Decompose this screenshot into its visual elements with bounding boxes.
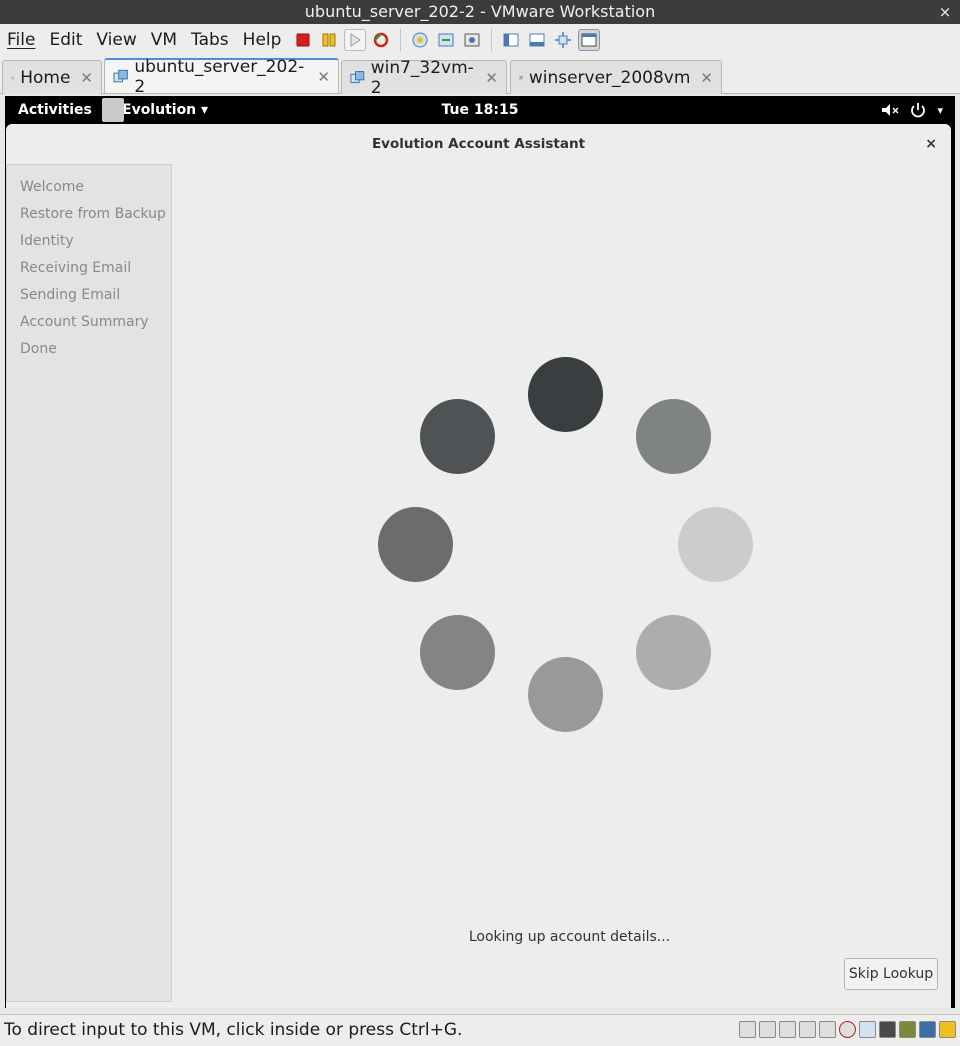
tab-label: winserver_2008vm [528,67,691,88]
spinner-dot [636,615,711,690]
spinner-dot [420,615,495,690]
window-title: ubuntu_server_202-2 - VMware Workstation [0,0,960,24]
revert-icon [438,33,454,47]
spinner-dot [636,399,711,474]
menu-file[interactable]: File [0,26,42,54]
tab-label: ubuntu_server_202-2 [134,56,305,97]
cd-rom-icon[interactable] [839,1021,856,1038]
tab-close-icon[interactable]: ✕ [80,69,93,87]
pause-icon [322,33,336,47]
power-off-button[interactable] [292,29,314,51]
thumbnail-bar-icon [529,33,545,47]
menu-tabs[interactable]: Tabs [184,26,236,54]
skip-lookup-button[interactable]: Skip Lookup [844,958,938,990]
tab-label: win7_32vm-2 [370,57,474,98]
snapshot-manager-icon [464,33,480,47]
network-adapter-icon[interactable] [899,1021,916,1038]
status-bar: To direct input to this VM, click inside… [0,1014,960,1046]
hard-disk-icon[interactable] [759,1021,776,1038]
spinner-dot [378,507,453,582]
reset-button[interactable] [370,29,392,51]
message-log-icon[interactable] [939,1021,956,1038]
sidebar-icon [503,33,519,47]
vm-icon [350,70,365,83]
account-assistant-dialog: Evolution Account Assistant × Welcome Re… [6,124,951,1008]
menu-edit[interactable]: Edit [42,26,89,54]
step-restore-from-backup: Restore from Backup [20,206,166,222]
step-done: Done [20,341,57,357]
window-close-button[interactable]: × [936,0,954,24]
menubar: File Edit View VM Tabs Help [0,24,960,56]
menu-view[interactable]: View [89,26,143,54]
hard-disk-icon[interactable] [739,1021,756,1038]
usb-icon[interactable] [859,1021,876,1038]
toolbar-separator [400,29,402,51]
spinner-dot [678,507,753,582]
volume-muted-icon [882,104,899,116]
snapshot-button[interactable] [409,29,431,51]
suspend-button[interactable] [318,29,340,51]
play-icon [350,33,362,47]
spinner-dot [420,399,495,474]
device-tray [739,1021,956,1038]
step-sending-email: Sending Email [20,287,121,303]
system-menu[interactable]: ▾ [881,96,943,124]
unity-view-button[interactable] [578,29,601,51]
power-on-button[interactable] [344,29,367,51]
status-text: To direct input to this VM, click inside… [4,1020,463,1040]
vm-icon [519,75,523,79]
system-menu-caret: ▾ [937,103,943,117]
revert-snapshot-button[interactable] [435,29,457,51]
snapshot-icon [412,32,428,48]
spinner-dot [528,657,603,732]
step-welcome: Welcome [20,179,85,195]
tab-ubuntu-server[interactable]: ubuntu_server_202-2 ✕ [104,57,339,97]
dialog-title: Evolution Account Assistant [371,136,586,152]
tab-winserver[interactable]: winserver_2008vm ✕ [510,60,722,94]
clock[interactable]: Tue 18:15 [5,96,955,124]
tab-close-icon[interactable]: ✕ [317,68,330,86]
tab-home[interactable]: Home ✕ [2,60,102,94]
tab-bar: Home ✕ ubuntu_server_202-2 ✕ win7_32vm-2… [0,56,960,98]
stop-icon [296,33,310,47]
lookup-status-text: Looking up account details... [468,929,671,945]
power-icon [911,103,926,118]
dialog-close-button[interactable]: × [925,124,937,164]
window-title-text: ubuntu_server_202-2 - VMware Workstation [304,2,656,21]
step-receiving-email: Receiving Email [20,260,132,276]
spinner-dot [528,357,603,432]
menu-vm[interactable]: VM [144,26,184,54]
full-screen-button[interactable] [552,29,574,51]
display-icon[interactable] [919,1021,936,1038]
snapshot-manager-button[interactable] [461,29,483,51]
hard-disk-icon[interactable] [779,1021,796,1038]
step-identity: Identity [20,233,74,249]
tab-win7[interactable]: win7_32vm-2 ✕ [341,58,507,98]
show-library-button[interactable] [500,29,522,51]
vm-icon [113,69,128,82]
menu-help[interactable]: Help [236,26,289,54]
gnome-top-bar: Activities Evolution ▾ Tue 18:15 ▾ [5,96,955,124]
hard-disk-icon[interactable] [799,1021,816,1038]
home-icon [11,76,14,79]
tab-close-icon[interactable]: ✕ [700,69,713,87]
step-account-summary: Account Summary [20,314,149,330]
console-view-icon [581,33,597,47]
tab-close-icon[interactable]: ✕ [485,69,498,87]
vm-console[interactable]: Activities Evolution ▾ Tue 18:15 ▾ Evolu… [5,96,955,1008]
full-screen-icon [555,32,572,48]
tab-label: Home [20,67,71,88]
hard-disk-icon[interactable] [819,1021,836,1038]
toolbar-separator [491,29,493,51]
refresh-icon [374,32,389,48]
show-thumbnails-button[interactable] [526,29,548,51]
printer-icon[interactable] [879,1021,896,1038]
assistant-sidebar: Welcome Restore from Backup Identity Rec… [6,164,172,1002]
